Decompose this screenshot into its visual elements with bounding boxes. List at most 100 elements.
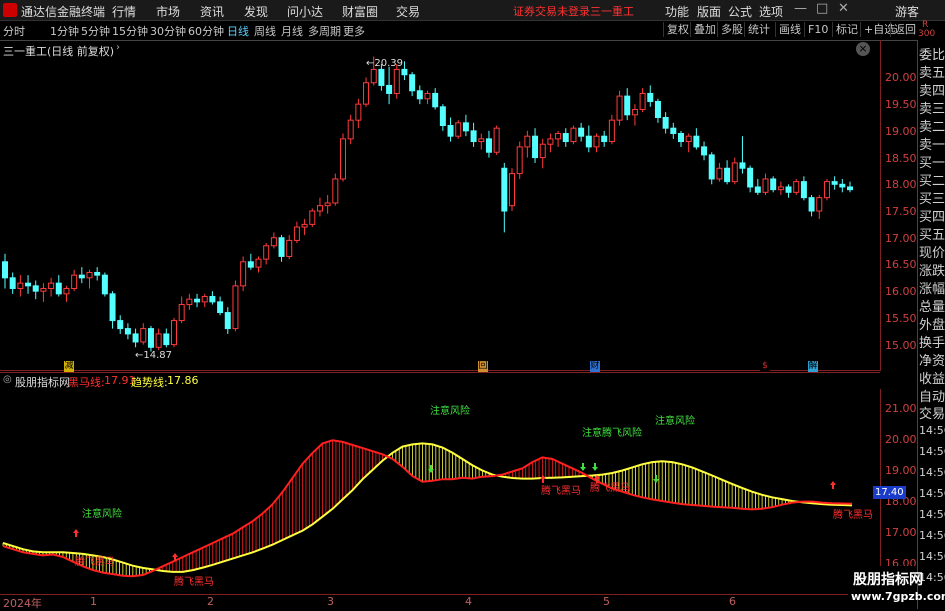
guest-label[interactable]: 游客: [895, 3, 919, 20]
period-1min[interactable]: 1分钟: [50, 23, 79, 39]
signal-risk-1: 注意风险: [82, 509, 122, 520]
quote-label-8[interactable]: 买三: [919, 188, 945, 207]
indicator-chart: [2, 389, 881, 595]
period-more[interactable]: 更多: [343, 23, 365, 39]
adjust-button[interactable]: 复权: [663, 22, 692, 37]
event-marker-repurchase[interactable]: 回: [478, 361, 488, 372]
period-5min[interactable]: 5分钟: [81, 23, 110, 39]
event-marker-reduce[interactable]: 减: [64, 361, 74, 372]
gear-icon[interactable]: ◎: [3, 374, 12, 385]
stock-name: 三一重工: [590, 5, 634, 18]
quote-label-13[interactable]: 涨幅: [919, 278, 945, 297]
quote-label-6[interactable]: 买一: [919, 152, 945, 171]
menu-function[interactable]: 功能: [665, 3, 689, 20]
multi-stock-button[interactable]: 多股: [717, 22, 746, 37]
indicator-name[interactable]: 股朋指标网: [15, 374, 70, 390]
main-y-tick-5: 17.50: [885, 205, 917, 219]
menu-quotes[interactable]: 行情: [112, 3, 136, 20]
candle: [493, 125, 500, 155]
close-icon[interactable]: ✕: [838, 1, 849, 16]
candle: [639, 88, 646, 113]
quote-label-11[interactable]: 现价: [919, 242, 945, 261]
candle: [524, 130, 531, 158]
quote-label-16[interactable]: 换手: [919, 332, 945, 351]
corner-code: 300: [918, 29, 936, 39]
menu-news[interactable]: 资讯: [200, 3, 224, 20]
candle: [708, 152, 715, 185]
candle: [132, 328, 139, 348]
menu-formula[interactable]: 公式: [728, 3, 752, 20]
candle: [501, 162, 508, 233]
menu-layout[interactable]: 版面: [697, 3, 721, 20]
candle: [9, 272, 16, 294]
period-monthly[interactable]: 月线: [281, 23, 303, 39]
quote-label-3[interactable]: 卖三: [919, 98, 945, 117]
trend-line-value: 17.86: [167, 374, 199, 387]
quote-label-9[interactable]: 买四: [919, 206, 945, 225]
candle: [17, 275, 24, 297]
quote-label-12[interactable]: 涨跌: [919, 260, 945, 279]
watermark-url: www.7gpzb.com: [851, 590, 945, 603]
quote-label-7[interactable]: 买二: [919, 170, 945, 189]
menu-assistant[interactable]: 问小达: [287, 3, 323, 20]
low-price-label: ←14.87: [135, 350, 173, 361]
candle: [847, 181, 853, 193]
minimize-icon[interactable]: —: [794, 1, 807, 16]
quote-label-4[interactable]: 卖二: [919, 116, 945, 135]
quote-label-14[interactable]: 总量: [919, 296, 945, 315]
period-15min[interactable]: 15分钟: [112, 23, 148, 39]
event-marker-dividend[interactable]: $: [760, 361, 770, 372]
overlay-button[interactable]: 叠加: [690, 22, 719, 37]
menu-discover[interactable]: 发现: [244, 3, 268, 20]
menu-options[interactable]: 选项: [759, 3, 783, 20]
signal-risk-3: 注意腾飞风险: [582, 428, 642, 439]
candle: [286, 235, 293, 260]
period-60min[interactable]: 60分钟: [188, 23, 224, 39]
maximize-icon[interactable]: □: [816, 1, 828, 16]
trade-time-0: 14:56: [919, 424, 945, 437]
x-label-6: 6: [729, 595, 736, 608]
high-value: 20.39: [374, 58, 404, 69]
main-y-tick-8: 16.00: [885, 285, 917, 299]
quote-label-2[interactable]: 卖四: [919, 80, 945, 99]
event-marker-unlock[interactable]: 解: [808, 361, 818, 372]
menu-trade[interactable]: 交易: [396, 3, 420, 20]
quote-label-15[interactable]: 外盘: [919, 314, 945, 333]
candle: [124, 323, 131, 340]
quote-label-10[interactable]: 买五: [919, 224, 945, 243]
candle: [247, 253, 254, 270]
period-daily[interactable]: 日线: [227, 23, 249, 39]
quote-label-17[interactable]: 净资: [919, 350, 945, 369]
quote-label-18[interactable]: 收益: [919, 368, 945, 387]
candle: [593, 133, 600, 153]
period-toolbar: 分时 1分钟 5分钟 15分钟 30分钟 60分钟 日线 周线 月线 多周期 更…: [0, 21, 945, 41]
candle: [217, 296, 224, 316]
panel-tab-1[interactable]: 交易: [919, 403, 945, 422]
f10-button[interactable]: F10: [804, 22, 831, 37]
candle: [2, 253, 8, 289]
event-marker-financial[interactable]: 财: [590, 361, 600, 372]
main-y-tick-2: 19.00: [885, 124, 917, 138]
draw-button[interactable]: 画线: [775, 22, 804, 37]
statistics-button[interactable]: 统计: [744, 22, 773, 37]
back-button[interactable]: 返回: [890, 22, 919, 37]
candle: [724, 160, 731, 185]
menu-wealth[interactable]: 财富圈: [342, 3, 378, 20]
mark-button[interactable]: 标记: [832, 22, 861, 37]
period-weekly[interactable]: 周线: [254, 23, 276, 39]
indicator-header: ◎ 股朋指标网 黑马线: 17.91 趋势线: 17.86: [0, 372, 880, 389]
candle: [800, 176, 807, 201]
menu-market[interactable]: 市场: [156, 3, 180, 20]
period-timeshare[interactable]: 分时: [3, 23, 25, 39]
period-30min[interactable]: 30分钟: [150, 23, 186, 39]
x-label-1: 1: [90, 595, 97, 608]
quote-label-1[interactable]: 卖五: [919, 62, 945, 81]
candle: [316, 197, 323, 217]
main-y-tick-9: 15.50: [885, 311, 917, 325]
period-multi[interactable]: 多周期: [308, 23, 341, 39]
quote-label-0[interactable]: 委比: [919, 44, 945, 63]
trade-time-2: 14:56: [919, 466, 945, 479]
candle: [340, 133, 346, 182]
quote-label-5[interactable]: 卖一: [919, 134, 945, 153]
candle: [701, 141, 708, 161]
